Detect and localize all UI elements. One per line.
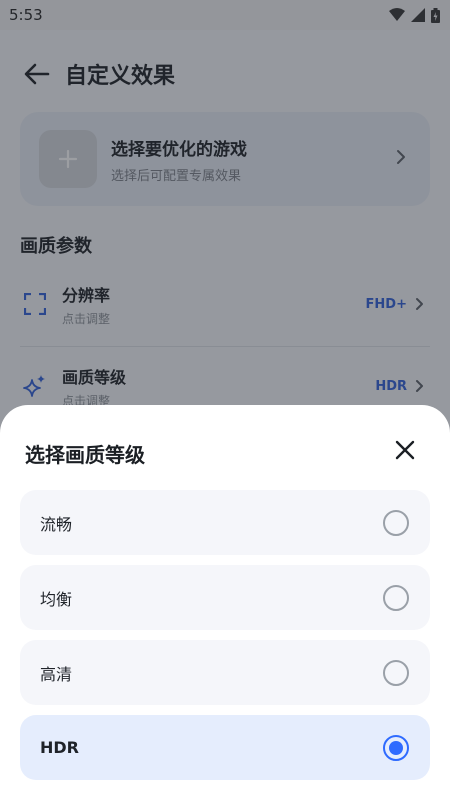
radio-button[interactable] (383, 584, 409, 611)
quality-bottom-sheet: 选择画质等级 流畅 均衡 高清 HDR (0, 405, 450, 800)
radio-button[interactable] (383, 509, 409, 536)
option-label: HDR (40, 738, 79, 757)
option-item-selected[interactable]: HDR (20, 715, 430, 780)
radio-button-checked[interactable] (383, 734, 409, 761)
radio-button[interactable] (383, 659, 409, 686)
radio-dot (389, 740, 403, 755)
sheet-title: 选择画质等级 (25, 443, 145, 467)
close-icon[interactable] (390, 435, 420, 465)
option-label: 高清 (40, 664, 73, 684)
option-item[interactable]: 高清 (20, 640, 430, 705)
option-label: 均衡 (40, 589, 73, 609)
option-item[interactable]: 流畅 (20, 490, 430, 555)
option-label: 流畅 (40, 514, 73, 534)
option-item[interactable]: 均衡 (20, 565, 430, 630)
